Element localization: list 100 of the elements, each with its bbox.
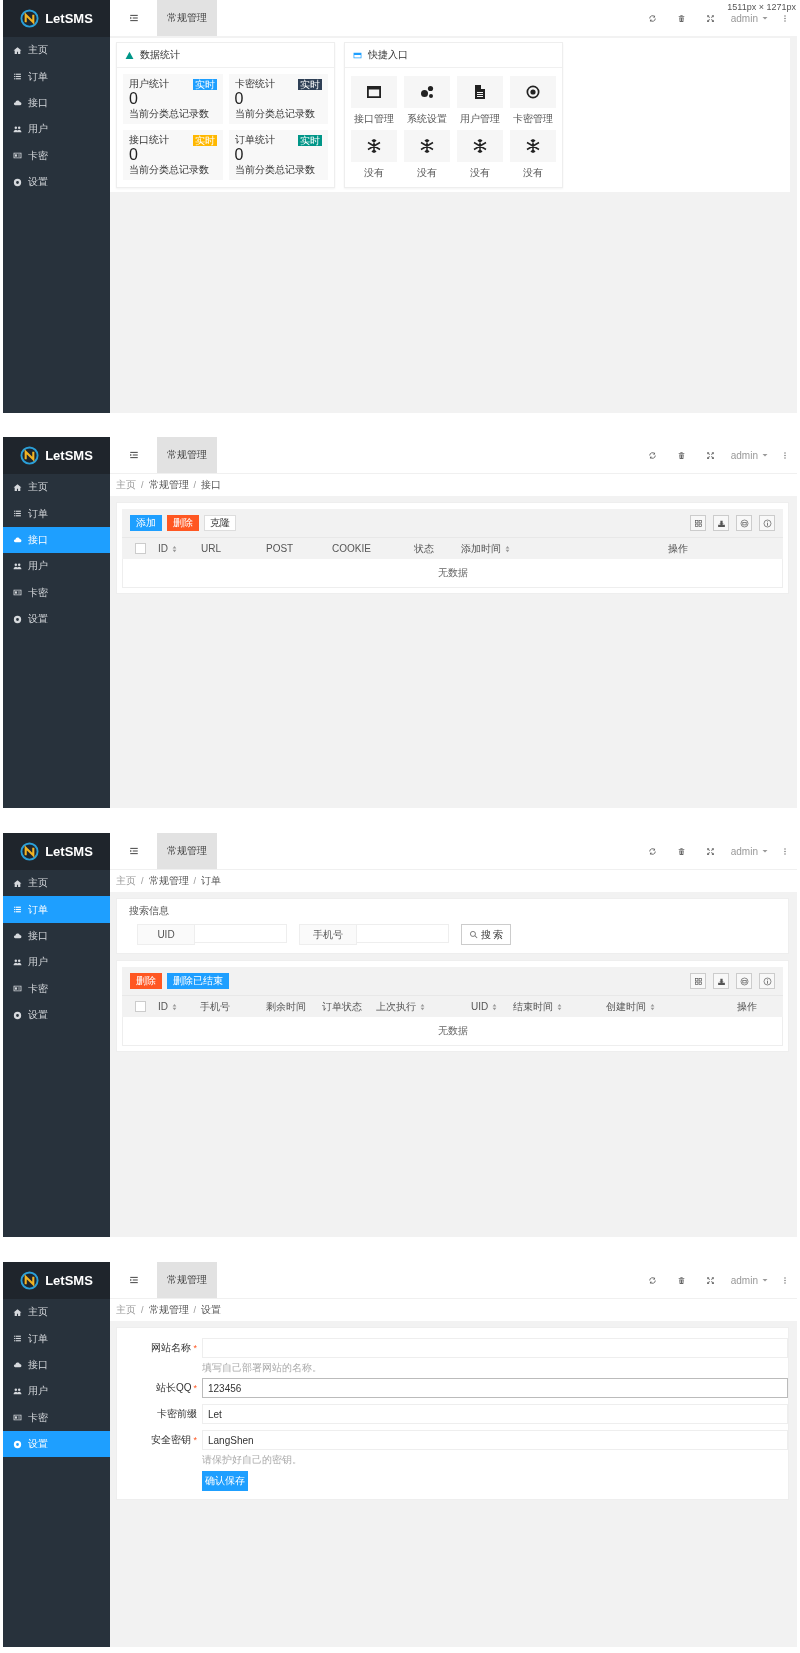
column-header[interactable]: COOKIE xyxy=(332,543,371,554)
tool-button[interactable] xyxy=(690,973,706,989)
stat-label: 卡密统计 xyxy=(234,77,275,91)
menu-toggle-icon[interactable] xyxy=(128,1275,139,1285)
column-header[interactable]: 结束时间 xyxy=(513,999,553,1014)
sidebar-item[interactable]: 主页 xyxy=(3,474,110,501)
trash-icon[interactable] xyxy=(676,450,686,460)
shortcut-label: 没有 xyxy=(364,166,384,180)
sidebar-item[interactable]: 卡密 xyxy=(3,142,110,169)
sidebar-item[interactable]: 接口 xyxy=(3,89,110,117)
trash-icon[interactable] xyxy=(676,13,686,23)
column-header[interactable]: 添加时间 xyxy=(461,541,501,556)
sidebar-item[interactable]: 用户 xyxy=(3,116,110,143)
sidebar-item[interactable]: 接口 xyxy=(3,1351,110,1379)
sort-icon[interactable] xyxy=(172,1002,177,1011)
tool-button[interactable] xyxy=(713,973,729,989)
fullscreen-icon[interactable] xyxy=(705,13,715,23)
menu-toggle-icon[interactable] xyxy=(128,450,139,460)
refresh-icon[interactable] xyxy=(647,1275,657,1285)
column-header[interactable]: 订单状态 xyxy=(322,999,362,1014)
input-field[interactable]: Let xyxy=(202,1404,788,1424)
sort-icon[interactable] xyxy=(557,1002,562,1011)
tool-button[interactable] xyxy=(713,515,729,531)
sort-icon[interactable] xyxy=(420,1002,425,1011)
sidebar-item[interactable]: 设置 xyxy=(3,168,110,196)
menu-toggle-icon[interactable] xyxy=(128,846,139,856)
input-field[interactable]: LangShen xyxy=(202,1430,788,1450)
tab[interactable]: 常规管理 xyxy=(157,833,217,869)
tool-button[interactable] xyxy=(690,515,706,531)
sidebar-item[interactable]: 订单 xyxy=(3,500,110,527)
caret-icon[interactable] xyxy=(761,1276,769,1284)
trash-icon[interactable] xyxy=(676,846,686,856)
caret-icon[interactable] xyxy=(761,451,769,459)
column-header[interactable]: 操作 xyxy=(668,541,688,556)
input-field[interactable]: 123456 xyxy=(202,1378,788,1398)
sidebar-item[interactable]: 用户 xyxy=(3,1378,110,1405)
sidebar-item[interactable]: 接口 xyxy=(3,922,110,950)
more-icon[interactable] xyxy=(781,846,789,856)
stat-label: 订单统计 xyxy=(234,133,275,147)
sidebar-item[interactable]: 订单 xyxy=(3,1325,110,1352)
column-header[interactable]: ID xyxy=(158,543,168,554)
more-icon[interactable] xyxy=(781,13,789,23)
sort-icon[interactable] xyxy=(492,1002,498,1011)
sort-icon[interactable] xyxy=(650,1002,655,1011)
fullscreen-icon[interactable] xyxy=(705,846,715,856)
snowflake-icon xyxy=(419,138,435,154)
sidebar-item[interactable]: 设置 xyxy=(3,1001,110,1029)
field-label: 安全密钥 xyxy=(151,1433,192,1447)
caret-icon[interactable] xyxy=(761,14,769,22)
column-header[interactable]: 状态 xyxy=(414,541,434,556)
tab[interactable]: 常规管理 xyxy=(157,1262,217,1298)
column-header[interactable]: 创建时间 xyxy=(606,999,646,1014)
trash-icon[interactable] xyxy=(676,1275,686,1285)
column-header[interactable]: POST xyxy=(266,543,294,554)
help-text: 填写自己部署网站的名称。 xyxy=(202,1361,322,1375)
sidebar-item[interactable]: 用户 xyxy=(3,949,110,976)
required-mark: * xyxy=(193,1343,197,1353)
caret-icon[interactable] xyxy=(761,847,769,855)
sort-icon[interactable] xyxy=(172,544,177,553)
checkbox[interactable] xyxy=(134,1001,146,1012)
panel-legend: 搜索信息 xyxy=(129,904,782,918)
menu-toggle-icon[interactable] xyxy=(128,13,139,23)
sidebar-item[interactable]: 设置 xyxy=(3,605,110,633)
column-header[interactable]: 上次执行 xyxy=(376,999,416,1014)
checkbox[interactable] xyxy=(134,543,146,554)
more-icon[interactable] xyxy=(781,450,789,460)
refresh-icon[interactable] xyxy=(647,450,657,460)
toolbar-button[interactable]: 克隆 xyxy=(204,515,236,531)
refresh-icon[interactable] xyxy=(647,13,657,23)
tab[interactable]: 常规管理 xyxy=(157,0,217,36)
breadcrumb-link[interactable]: 接口 xyxy=(201,478,222,492)
sidebar-item[interactable]: 订单 xyxy=(3,63,110,90)
column-header[interactable]: 手机号 xyxy=(200,999,230,1014)
sort-icon[interactable] xyxy=(505,544,510,553)
column-header[interactable]: 操作 xyxy=(737,999,757,1014)
breadcrumb-link[interactable]: 常规管理 xyxy=(148,874,189,888)
breadcrumb-link[interactable]: 设置 xyxy=(201,1303,222,1317)
sidebar-item[interactable]: 主页 xyxy=(3,37,110,64)
column-header[interactable]: ID xyxy=(158,1001,168,1012)
sidebar-item[interactable]: 主页 xyxy=(3,1299,110,1326)
column-header[interactable]: UID xyxy=(471,1001,489,1012)
search-button[interactable]: 搜 索 xyxy=(461,924,511,945)
fullscreen-icon[interactable] xyxy=(705,450,715,460)
column-header[interactable]: 剩余时间 xyxy=(266,999,306,1014)
breadcrumb-link[interactable]: 订单 xyxy=(201,874,222,888)
sidebar-item[interactable]: 卡密 xyxy=(3,1404,110,1431)
tab[interactable]: 常规管理 xyxy=(157,437,217,473)
list-icon xyxy=(13,72,22,82)
users-icon xyxy=(13,957,22,967)
sidebar-item[interactable]: 卡密 xyxy=(3,579,110,606)
sidebar-item[interactable]: 用户 xyxy=(3,553,110,580)
sidebar-item[interactable]: 卡密 xyxy=(3,975,110,1002)
column-header[interactable]: URL xyxy=(201,543,221,554)
refresh-icon[interactable] xyxy=(647,846,657,856)
breadcrumb-link[interactable]: 常规管理 xyxy=(148,478,189,492)
breadcrumb-link[interactable]: 常规管理 xyxy=(148,1303,189,1317)
more-icon[interactable] xyxy=(781,1275,789,1285)
list-icon xyxy=(13,509,22,519)
fullscreen-icon[interactable] xyxy=(705,1275,715,1285)
sidebar-item[interactable]: 主页 xyxy=(3,870,110,897)
